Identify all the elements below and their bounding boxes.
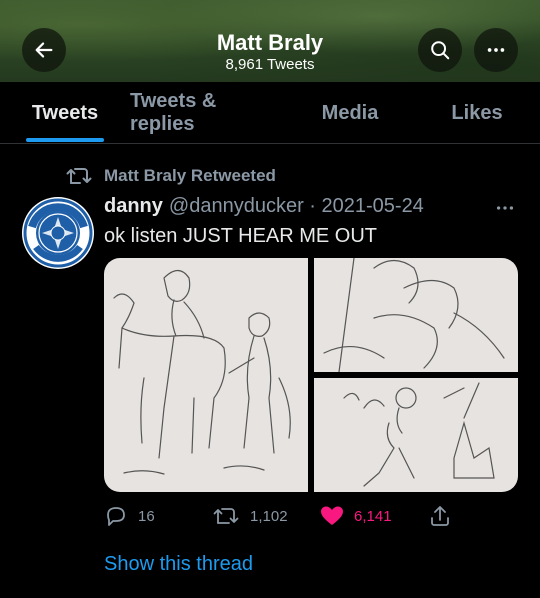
retweet-context[interactable]: Matt Braly Retweeted	[66, 164, 276, 188]
retweet-label: Matt Braly Retweeted	[104, 166, 276, 185]
search-icon	[431, 41, 450, 60]
tab-likes[interactable]: Likes	[414, 82, 540, 144]
media-image-3[interactable]	[314, 378, 518, 492]
retweet-button[interactable]: 1,102	[212, 502, 288, 530]
more-horizontal-icon	[487, 48, 505, 52]
like-button[interactable]: 6,141	[320, 502, 392, 530]
avatar[interactable]	[22, 197, 94, 269]
reply-button[interactable]: 16	[104, 502, 155, 530]
active-tab-indicator	[26, 138, 104, 142]
search-button[interactable]	[418, 28, 462, 72]
tweet-more-button[interactable]	[494, 198, 516, 223]
sketch-embrace	[323, 258, 505, 372]
tweet-text: ok listen JUST HEAR ME OUT	[104, 225, 378, 247]
tab-label: Tweets & replies	[130, 90, 217, 135]
tab-label: Likes	[451, 101, 503, 124]
tab-tweets-replies[interactable]: Tweets & replies	[130, 82, 286, 144]
retweet-count: 1,102	[250, 507, 288, 525]
sketch-horse-riders	[113, 269, 291, 475]
retweet-icon	[213, 508, 239, 524]
tweet-media[interactable]	[104, 258, 518, 492]
profile-header: Matt Braly 8,961 Tweets	[0, 0, 540, 82]
show-thread-link[interactable]: Show this thread	[104, 553, 253, 576]
author-handle-date[interactable]: @dannyducker · 2021-05-24	[169, 195, 424, 218]
more-horizontal-icon	[496, 206, 514, 210]
tab-label: Tweets	[31, 101, 99, 124]
tab-media[interactable]: Media	[286, 82, 414, 144]
like-count: 6,141	[354, 507, 392, 525]
tweet-header: danny @dannyducker · 2021-05-24	[104, 195, 424, 218]
tweet-actions: 16 1,102 6,141	[104, 502, 524, 530]
media-image-1[interactable]	[104, 258, 308, 492]
retweet-icon	[66, 168, 92, 184]
profile-tabs: Tweets Tweets & replies Media Likes	[0, 82, 540, 144]
sketch-carry-over-shoulder	[343, 382, 495, 487]
support-strike-badge-icon	[23, 198, 93, 268]
author-name[interactable]: danny	[104, 195, 163, 218]
reply-count: 16	[138, 507, 155, 525]
tab-label: Media	[321, 101, 379, 124]
share-button[interactable]	[428, 502, 452, 530]
reply-icon	[107, 507, 125, 526]
more-options-button[interactable]	[474, 28, 518, 72]
share-icon	[431, 506, 449, 526]
media-image-2[interactable]	[314, 258, 518, 372]
tab-tweets[interactable]: Tweets	[0, 82, 130, 144]
heart-filled-icon	[321, 506, 343, 525]
